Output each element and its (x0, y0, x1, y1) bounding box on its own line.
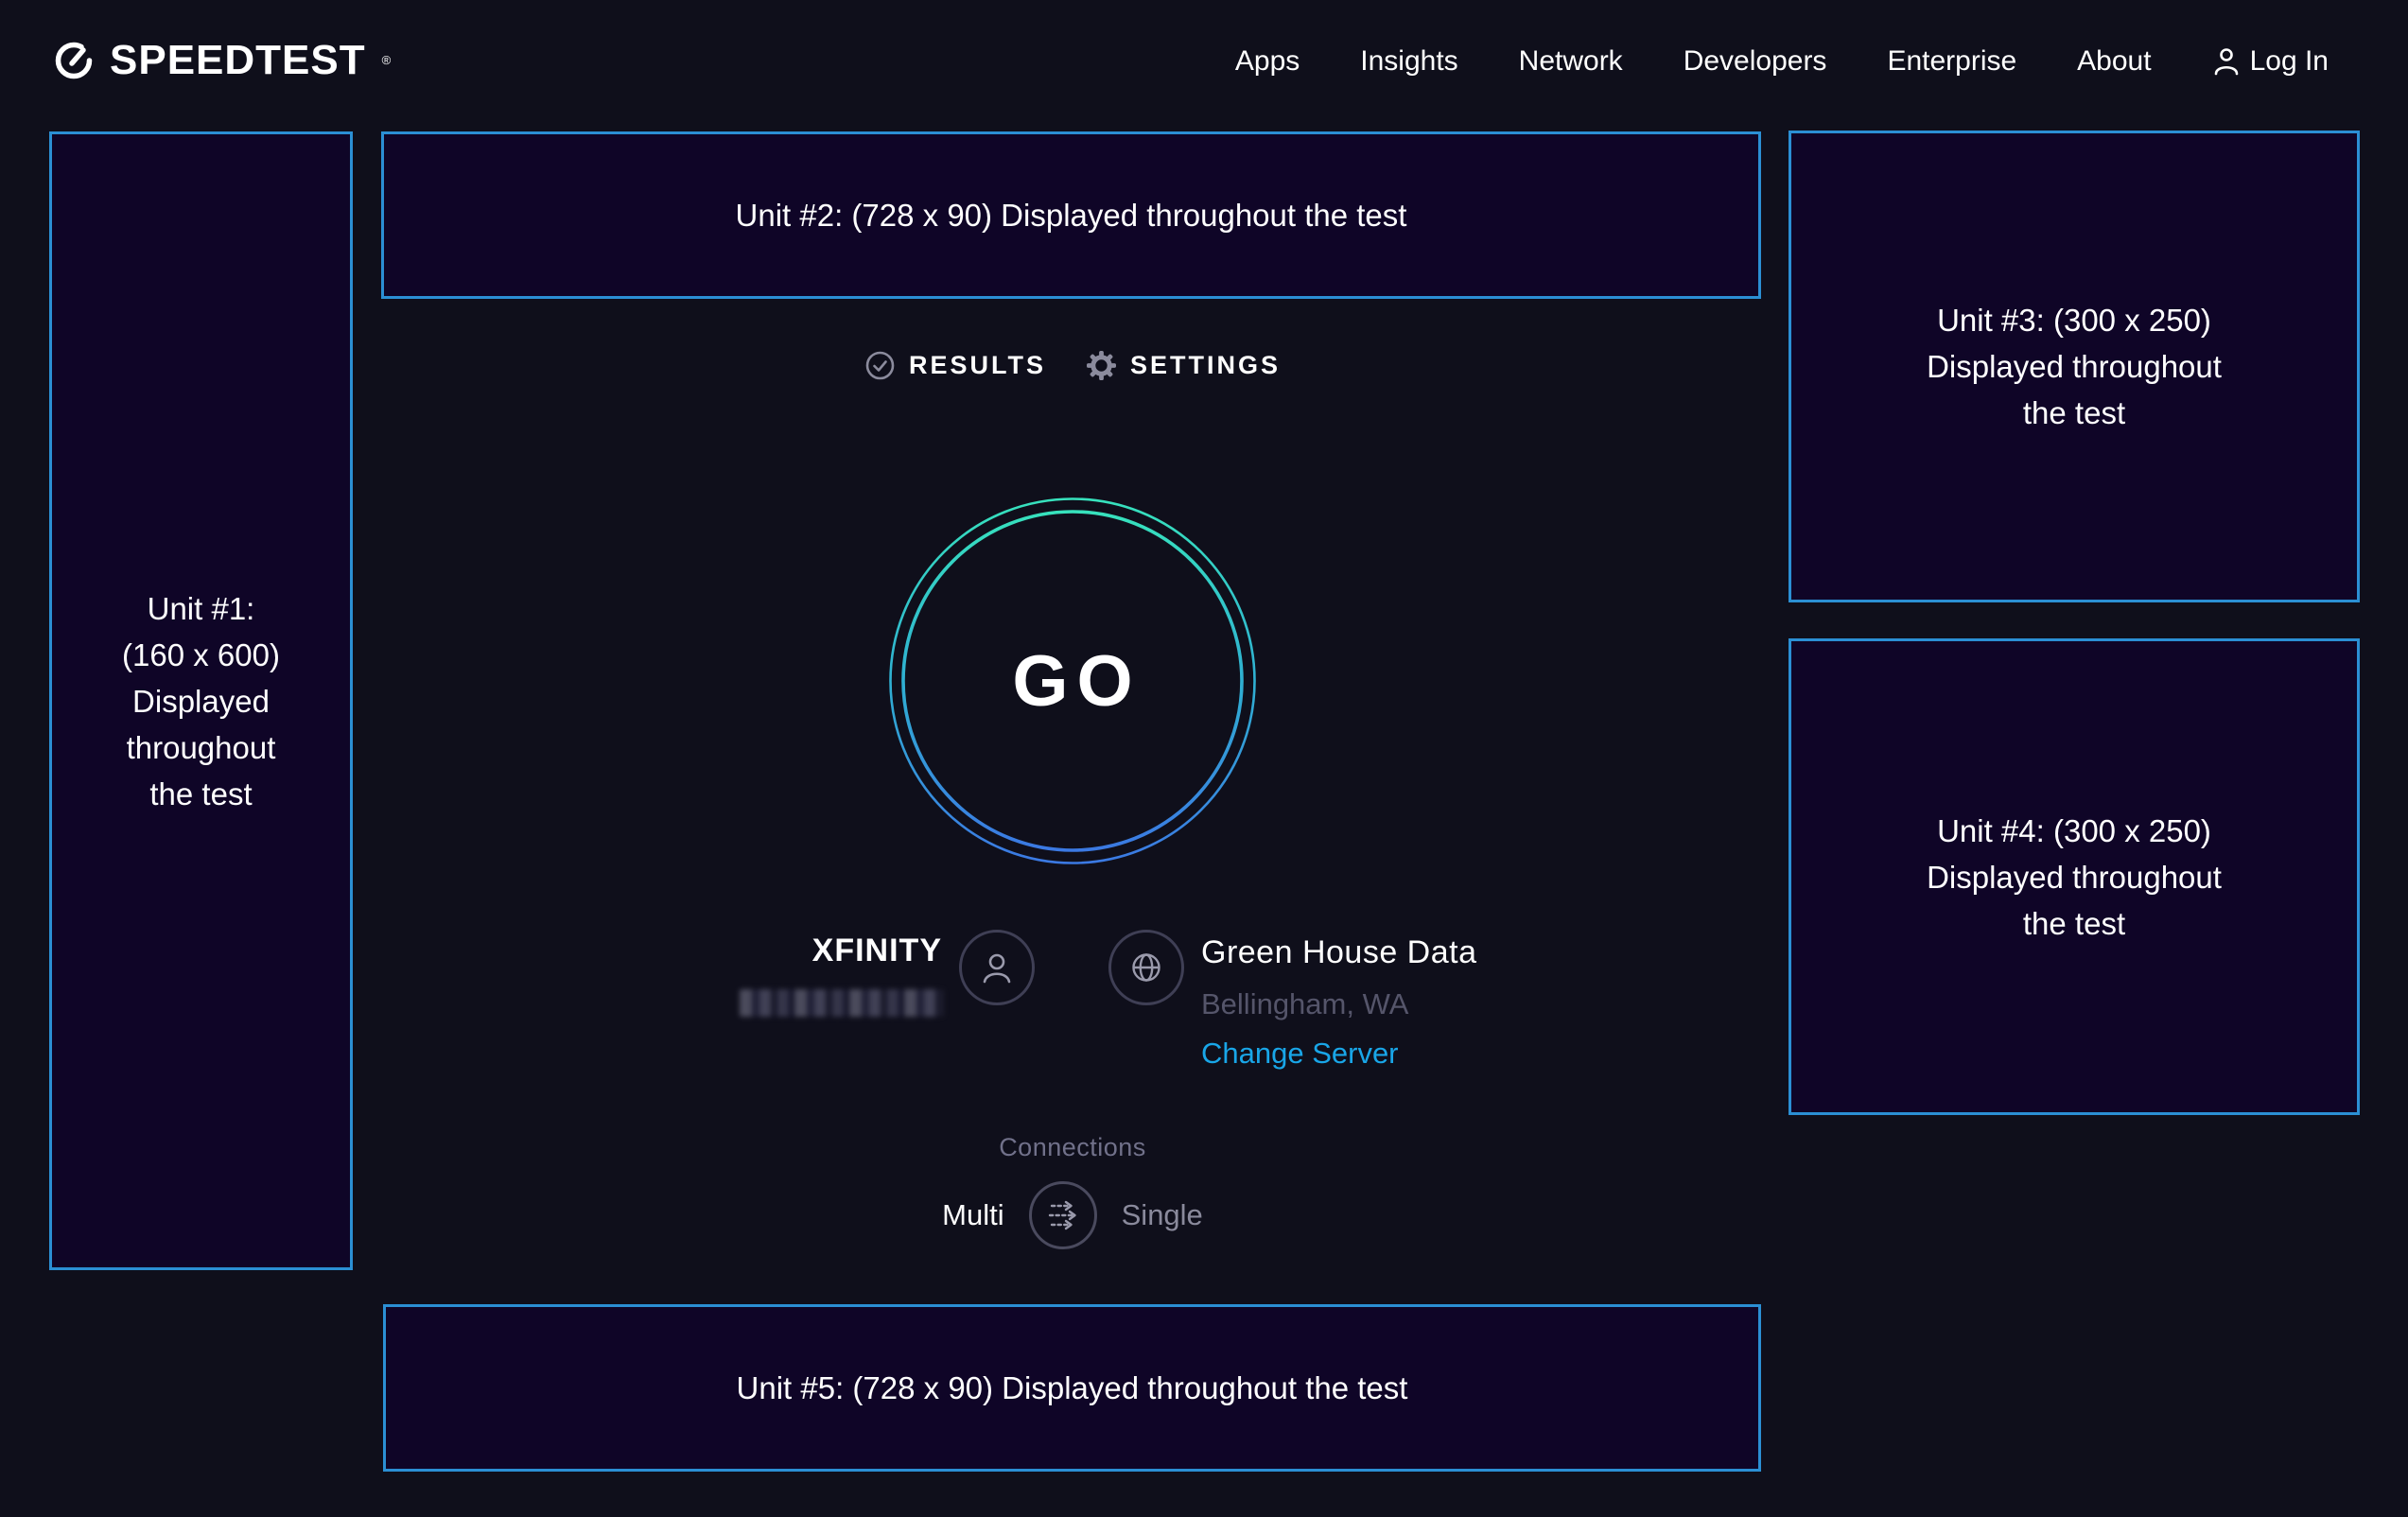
connections-single-option[interactable]: Single (1122, 1198, 1203, 1232)
ad-text-line: the test (2023, 390, 2125, 436)
ad-text-line: the test (149, 771, 252, 817)
change-server-link[interactable]: Change Server (1201, 1037, 1399, 1071)
ad-unit-4: Unit #4: (300 x 250) Displayed throughou… (1789, 638, 2360, 1115)
ad-text-line: Displayed throughout (1927, 343, 2222, 390)
connections-toggle-button[interactable] (1029, 1181, 1097, 1249)
server-avatar (1108, 930, 1184, 1005)
nav-item-about[interactable]: About (2077, 45, 2151, 78)
connections-toggle: Multi Single (883, 1181, 1262, 1249)
isp-avatar (959, 930, 1035, 1005)
ad-text-line: Unit #1: (148, 585, 255, 632)
ad-text-line: Unit #2: (728 x 90) Displayed throughout… (736, 192, 1407, 238)
nav-item-enterprise[interactable]: Enterprise (1887, 45, 2016, 78)
ad-unit-1: Unit #1: (160 x 600) Displayed throughou… (49, 131, 353, 1270)
main-nav: Apps Insights Network Developers Enterpr… (1235, 45, 2329, 78)
person-icon (2212, 45, 2241, 78)
gear-icon (1086, 350, 1117, 381)
check-circle-icon (864, 350, 896, 381)
nav-item-developers[interactable]: Developers (1684, 45, 1827, 78)
nav-item-apps[interactable]: Apps (1235, 45, 1300, 78)
multi-arrows-icon (1043, 1195, 1083, 1235)
isp-name: XFINITY (662, 933, 942, 969)
user-icon (976, 947, 1018, 988)
gauge-icon (52, 39, 96, 82)
connections-label: Connections (931, 1133, 1214, 1162)
ad-text-line: the test (2023, 900, 2125, 947)
tab-results-label: RESULTS (909, 351, 1046, 380)
ip-address-redacted (740, 989, 943, 1017)
ad-unit-3: Unit #3: (300 x 250) Displayed throughou… (1789, 131, 2360, 602)
server-name: Green House Data (1201, 934, 1477, 971)
logo-trademark: ® (382, 51, 392, 70)
server-location: Bellingham, WA (1201, 987, 1408, 1021)
ad-text-line: (160 x 600) (122, 632, 280, 678)
ad-text-line: Displayed throughout (1927, 854, 2222, 900)
nav-item-network[interactable]: Network (1519, 45, 1623, 78)
ad-text-line: Displayed (132, 678, 270, 724)
view-tabs: RESULTS SETTINGS (789, 350, 1356, 381)
connections-multi-option[interactable]: Multi (942, 1198, 1003, 1232)
ad-text-line: Unit #5: (728 x 90) Displayed throughout… (737, 1365, 1408, 1411)
login-link[interactable]: Log In (2212, 45, 2329, 78)
ad-text-line: Unit #4: (300 x 250) (1937, 808, 2211, 854)
go-button[interactable]: GO (888, 497, 1257, 865)
tab-settings-label: SETTINGS (1130, 351, 1281, 380)
speedtest-logo[interactable]: SPEEDTEST ® (52, 38, 391, 83)
ad-text-line: throughout (127, 724, 276, 771)
ad-text-line: Unit #3: (300 x 250) (1937, 297, 2211, 343)
tab-results[interactable]: RESULTS (864, 350, 1046, 381)
ad-unit-2: Unit #2: (728 x 90) Displayed throughout… (381, 131, 1761, 299)
ad-unit-5: Unit #5: (728 x 90) Displayed throughout… (383, 1304, 1761, 1472)
nav-item-insights[interactable]: Insights (1360, 45, 1457, 78)
go-label: GO (888, 497, 1257, 865)
login-label: Log In (2250, 45, 2329, 78)
tab-settings[interactable]: SETTINGS (1086, 350, 1281, 381)
logo-text: SPEEDTEST (110, 38, 366, 83)
globe-icon (1125, 946, 1168, 989)
